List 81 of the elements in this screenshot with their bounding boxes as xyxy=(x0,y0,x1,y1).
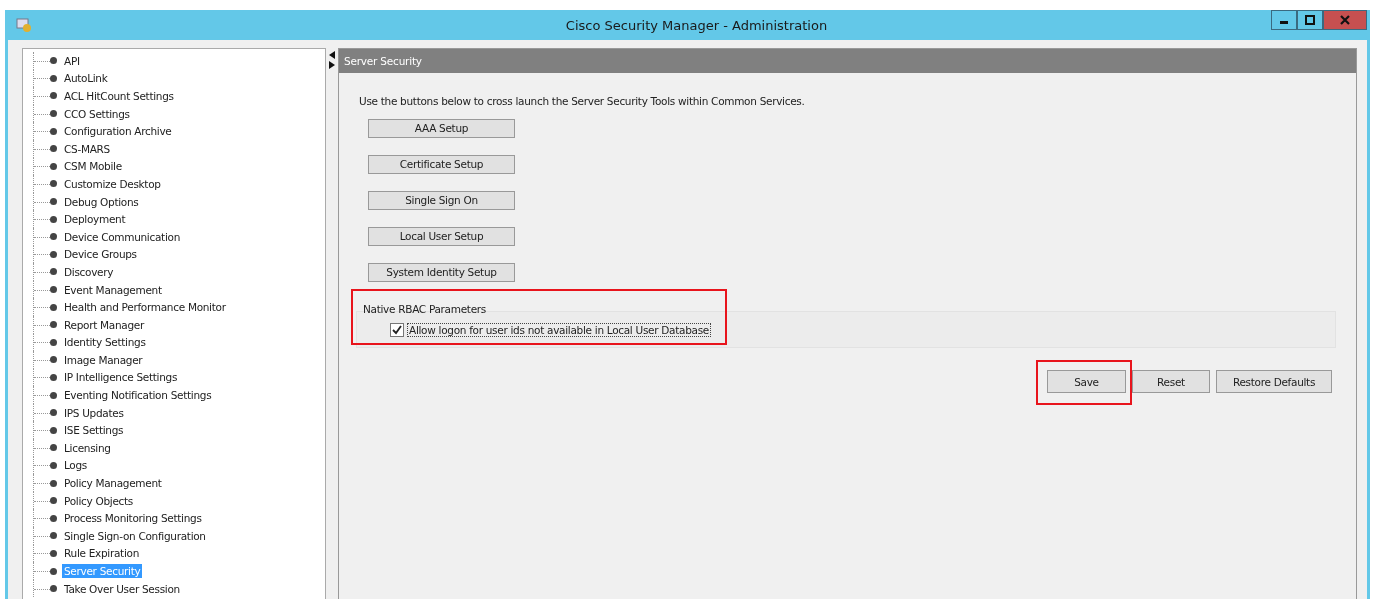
bullet-icon xyxy=(50,145,57,153)
tree-item[interactable]: Logs xyxy=(62,458,90,473)
checkbox[interactable] xyxy=(390,323,404,337)
action-button[interactable]: Save xyxy=(1047,370,1126,393)
tree-item[interactable]: Take Over User Session xyxy=(62,581,182,596)
tree-item[interactable]: Configuration Archive xyxy=(62,124,174,139)
tree-item[interactable]: Debug Options xyxy=(62,194,141,209)
bullet-icon xyxy=(50,532,57,540)
tree-item[interactable]: Policy Objects xyxy=(62,493,135,508)
tool-button[interactable]: Certificate Setup xyxy=(368,154,515,174)
tool-button[interactable]: Local User Setup xyxy=(368,226,515,246)
minimize-button[interactable] xyxy=(1271,10,1297,30)
tree-item[interactable]: Device Groups xyxy=(62,247,139,262)
tree-item[interactable]: Image Manager xyxy=(62,352,145,367)
bullet-icon xyxy=(50,549,57,557)
tool-button[interactable]: AAA Setup xyxy=(368,118,515,138)
tree-item[interactable]: CS-MARS xyxy=(62,141,112,156)
bullet-icon xyxy=(50,497,57,505)
bullet-icon xyxy=(50,198,57,206)
bullet-icon xyxy=(50,74,57,82)
bullet-icon xyxy=(50,127,57,135)
tree-item[interactable]: CCO Settings xyxy=(62,106,132,121)
bullet-icon xyxy=(50,479,57,487)
panel-title: Server Security xyxy=(344,55,422,67)
tree-item[interactable]: Policy Management xyxy=(62,476,164,491)
bullet-icon xyxy=(50,321,57,329)
bullet-icon xyxy=(50,426,57,434)
window-title: Cisco Security Manager - Administration xyxy=(564,17,829,33)
bullet-icon xyxy=(50,92,57,100)
tree-item[interactable]: API xyxy=(62,53,82,68)
close-icon xyxy=(1340,15,1350,25)
app-icon xyxy=(16,17,32,33)
tree-item[interactable]: Identity Settings xyxy=(62,335,148,350)
close-button[interactable] xyxy=(1323,10,1367,30)
action-button[interactable]: Reset xyxy=(1132,370,1210,393)
tree-item[interactable]: Rule Expiration xyxy=(62,546,141,561)
maximize-button[interactable] xyxy=(1297,10,1323,30)
bullet-icon xyxy=(50,180,57,188)
bullet-icon xyxy=(50,567,57,575)
bullet-icon xyxy=(50,391,57,399)
bullet-icon xyxy=(50,268,57,276)
bullet-icon xyxy=(50,162,57,170)
bullet-icon xyxy=(50,286,57,293)
bullet-icon xyxy=(50,444,57,452)
bullet-icon xyxy=(50,303,57,311)
bullet-icon xyxy=(50,461,57,469)
group-title: Native RBAC Parameters xyxy=(362,303,487,315)
tree-item[interactable]: Deployment xyxy=(62,212,128,227)
tree-item[interactable]: Single Sign-on Configuration xyxy=(62,528,208,543)
tree-item[interactable]: Device Communication xyxy=(62,229,182,244)
tree-item[interactable]: Discovery xyxy=(62,264,116,279)
tree-item[interactable]: IPS Updates xyxy=(62,405,126,420)
tree-item[interactable]: IP Intelligence Settings xyxy=(62,370,180,385)
tree-item[interactable]: Report Manager xyxy=(62,317,146,332)
tool-button[interactable]: System Identity Setup xyxy=(368,262,515,282)
bullet-icon xyxy=(50,374,57,381)
tree-item[interactable]: AutoLink xyxy=(62,71,110,86)
tool-button[interactable]: Single Sign On xyxy=(368,190,515,210)
tree-item[interactable]: Health and Performance Monitor xyxy=(62,300,228,315)
bullet-icon xyxy=(50,356,57,364)
tree-item[interactable]: Process Monitoring Settings xyxy=(62,511,204,526)
tree-item[interactable]: Event Management xyxy=(62,282,164,297)
bullet-icon xyxy=(50,409,57,417)
maximize-icon xyxy=(1305,15,1315,25)
bullet-icon xyxy=(50,233,57,241)
bullet-icon xyxy=(50,110,57,118)
tree-item[interactable]: Customize Desktop xyxy=(62,176,163,191)
bullet-icon xyxy=(50,250,57,258)
tree-item[interactable]: Eventing Notification Settings xyxy=(62,388,214,403)
bullet-icon xyxy=(50,585,57,593)
tree-item[interactable]: ISE Settings xyxy=(62,423,126,438)
action-button[interactable]: Restore Defaults xyxy=(1216,370,1332,393)
bullet-icon xyxy=(50,338,57,346)
tree-item[interactable]: ACL HitCount Settings xyxy=(62,89,176,103)
bullet-icon xyxy=(50,514,57,522)
intro-text: Use the buttons below to cross launch the Server Security Tools within Common Services. xyxy=(359,95,806,107)
tree-item[interactable]: Licensing xyxy=(62,440,113,455)
tree-item[interactable]: CSM Mobile xyxy=(62,159,124,174)
bullet-icon xyxy=(50,215,57,223)
splitter-arrows-icon[interactable] xyxy=(329,50,335,70)
bullet-icon xyxy=(50,57,57,65)
